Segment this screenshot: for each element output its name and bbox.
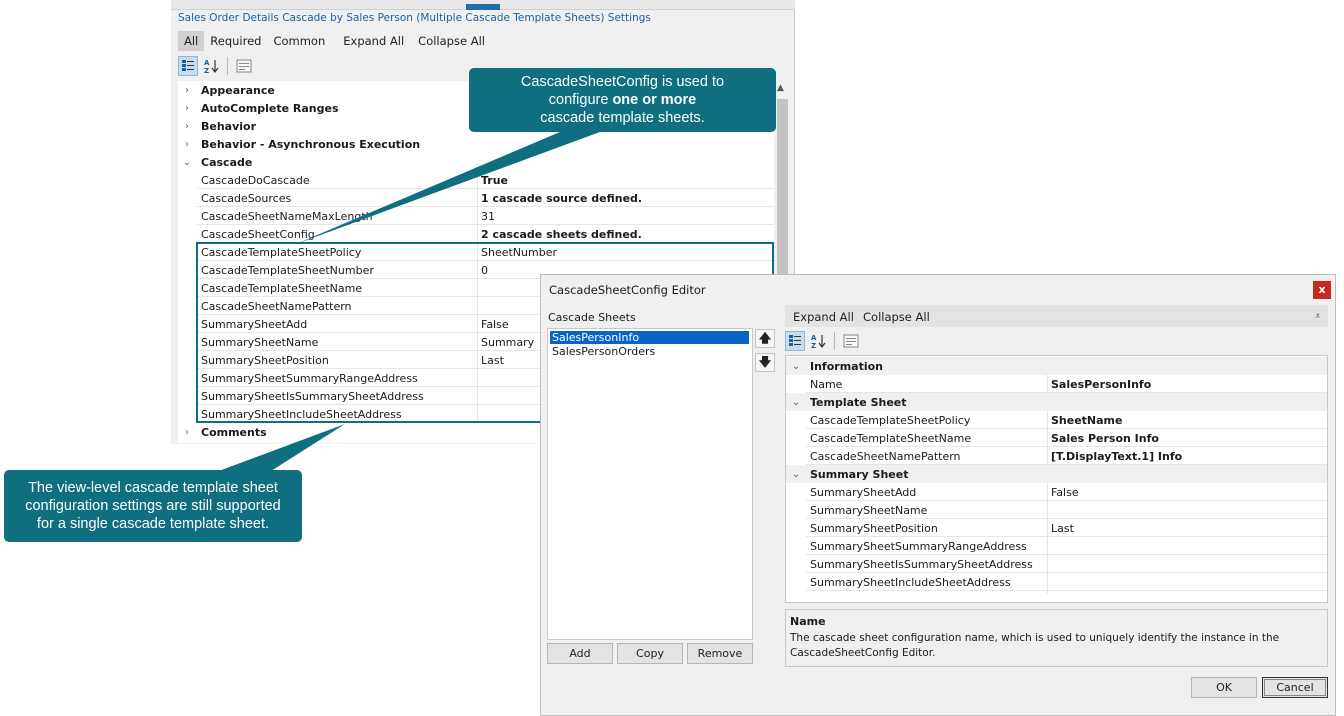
description-text: The cascade sheet configuration name, wh… (790, 632, 1280, 644)
svg-text:Z: Z (811, 342, 816, 349)
callout-text: configuration settings are still support… (25, 498, 281, 514)
property-row[interactable]: SummarySheetPosition Last (786, 519, 1327, 537)
property-name: SummarySheetName (810, 503, 928, 517)
property-row[interactable]: CascadeTemplateSheetName Sales Person Inf… (786, 429, 1327, 447)
property-row[interactable]: CascadeSheetNamePattern [T.DisplayText.1]… (786, 447, 1327, 465)
list-item[interactable]: SalesPersonOrders (550, 345, 657, 358)
property-pages-icon[interactable] (841, 331, 861, 351)
sort-alphabetical-icon[interactable]: AZ (808, 331, 828, 351)
add-button[interactable]: Add (547, 643, 613, 664)
close-button[interactable]: x (1313, 281, 1331, 299)
property-row[interactable]: SummarySheetSummaryRangeAddress (786, 537, 1327, 555)
chevron-down-icon[interactable]: ⌄ (789, 397, 803, 408)
property-value[interactable]: SalesPersonInfo (1051, 378, 1151, 391)
callout-text: The view-level cascade template sheet (28, 480, 278, 496)
callout-text: configure one or more (548, 92, 697, 108)
property-name: CascadeTemplateSheetName (810, 431, 972, 445)
description-title: Name (790, 615, 826, 628)
property-name: SummarySheetIncludeSheetAddress (810, 575, 1011, 589)
callout-text: for a single cascade template sheet. (36, 516, 270, 532)
property-name: SummarySheetIsSummarySheetAddress (810, 557, 1033, 571)
property-value[interactable]: Last (1051, 522, 1074, 535)
property-row[interactable]: SummarySheetIsSummarySheetAddress (786, 555, 1327, 573)
property-row[interactable]: Name SalesPersonInfo (786, 375, 1327, 393)
collapse-all-button[interactable]: Collapse All (857, 307, 936, 327)
toolbar-separator (834, 332, 835, 350)
ok-button[interactable]: OK (1191, 677, 1257, 698)
list-item[interactable]: SalesPersonInfo (550, 331, 749, 344)
callout-text: cascade template sheets. (540, 110, 705, 126)
description-text: CascadeSheetConfig Editor. (790, 647, 936, 659)
property-name: SummarySheetSummaryRangeAddress (810, 539, 1027, 553)
category-label: Information (810, 359, 883, 373)
editor-toolbar: AZ (785, 330, 861, 352)
property-name: SummarySheetPosition (810, 521, 938, 535)
editor-property-grid: ⌄ Information Name SalesPersonInfo ⌄ Temp… (785, 355, 1328, 603)
overflow-menu-icon[interactable]: ⩡ (1315, 311, 1321, 322)
categorized-view-icon[interactable] (785, 331, 805, 351)
callout-text: CascadeSheetConfig is used to (520, 74, 725, 90)
category-template-sheet[interactable]: ⌄ Template Sheet (786, 393, 1327, 411)
property-name: SummarySheetAdd (810, 485, 917, 499)
expand-all-button[interactable]: Expand All (787, 307, 860, 327)
property-value[interactable]: SheetName (1051, 414, 1122, 427)
property-name: CascadeTemplateSheetPolicy (810, 413, 971, 427)
property-value[interactable]: False (1051, 486, 1079, 499)
dialog-title: CascadeSheetConfig Editor (549, 283, 706, 297)
cascade-sheet-config-editor: CascadeSheetConfig Editor x Cascade Shee… (540, 274, 1336, 716)
category-information[interactable]: ⌄ Information (786, 357, 1327, 375)
row-divider (806, 590, 1327, 591)
editor-header-bar: Expand All Collapse All ⩡ (785, 305, 1328, 327)
svg-text:A: A (811, 334, 817, 342)
property-row[interactable]: SummarySheetName (786, 501, 1327, 519)
category-label: Template Sheet (810, 395, 907, 409)
property-name: CascadeSheetNamePattern (810, 449, 961, 463)
property-row[interactable]: SummarySheetAdd False (786, 483, 1327, 501)
cascade-sheets-list[interactable]: SalesPersonInfo SalesPersonOrders (547, 328, 753, 640)
category-label: Summary Sheet (810, 467, 909, 481)
category-summary-sheet[interactable]: ⌄ Summary Sheet (786, 465, 1327, 483)
property-row[interactable]: SummarySheetIncludeSheetAddress (786, 573, 1327, 591)
cascade-sheets-label: Cascade Sheets (548, 311, 636, 324)
move-down-button[interactable]: 🡇 (755, 353, 775, 372)
property-value[interactable]: [T.DisplayText.1] Info (1051, 450, 1182, 463)
chevron-down-icon[interactable]: ⌄ (789, 469, 803, 480)
top-callout: CascadeSheetConfig is used to configure … (469, 68, 776, 132)
move-up-button[interactable]: 🡅 (755, 329, 775, 348)
remove-button[interactable]: Remove (687, 643, 753, 664)
cancel-button[interactable]: Cancel (1262, 677, 1328, 698)
property-value[interactable]: Sales Person Info (1051, 432, 1159, 445)
chevron-down-icon[interactable]: ⌄ (789, 361, 803, 372)
bottom-callout: The view-level cascade template sheet co… (4, 470, 302, 542)
property-name: Name (810, 377, 843, 391)
property-description-pane: Name The cascade sheet configuration nam… (785, 609, 1328, 667)
property-row[interactable]: CascadeTemplateSheetPolicy SheetName (786, 411, 1327, 429)
top-callout-pointer (296, 132, 600, 244)
copy-button[interactable]: Copy (617, 643, 683, 664)
